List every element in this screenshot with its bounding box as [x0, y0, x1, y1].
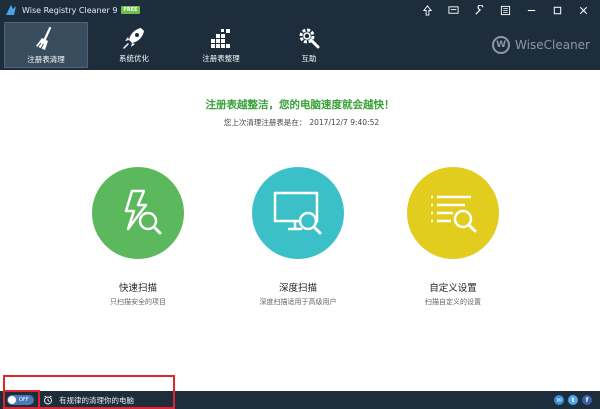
list-search-icon	[431, 195, 477, 233]
minimize-button[interactable]	[518, 0, 544, 20]
title-controls	[414, 0, 596, 20]
monitor-search-icon	[273, 191, 322, 235]
close-icon	[579, 6, 587, 14]
option-title: 快速扫描	[118, 283, 157, 294]
menu-icon	[500, 5, 510, 15]
app-logo-icon	[6, 5, 16, 15]
wisecleaner-brand[interactable]: W WiseCleaner	[492, 36, 590, 54]
tab-system-optimize[interactable]: 系统优化	[92, 22, 176, 68]
quick-scan-option[interactable]: 快速扫描 只扫描安全的项目	[73, 167, 203, 307]
option-desc: 深度扫描适用于高级用户	[259, 298, 337, 306]
close-button[interactable]	[570, 0, 596, 20]
last-clean-time: 2017/12/7 9:40:52	[309, 118, 380, 127]
social-links: ✉ t f	[550, 395, 592, 405]
custom-scan-button[interactable]	[407, 167, 499, 259]
deep-scan-option[interactable]: 深度扫描 深度扫描适用于高级用户	[233, 167, 363, 307]
title-bar: Wise Registry Cleaner 9 FREE	[0, 0, 600, 20]
lightning-search-icon	[124, 189, 162, 235]
tab-mutual-help[interactable]: 互助	[267, 22, 351, 68]
facebook-icon[interactable]: f	[582, 395, 592, 405]
gear-wrench-icon	[299, 28, 320, 49]
quick-scan-button[interactable]	[92, 167, 184, 259]
tab-label: 注册表整理	[202, 54, 240, 63]
headline: 注册表越整洁，您的电脑速度就会越快！	[205, 99, 395, 111]
broom-icon	[36, 26, 52, 50]
option-desc: 只扫描安全的项目	[110, 298, 166, 306]
maximize-icon	[553, 6, 561, 14]
brand-logo-icon: W	[492, 36, 511, 54]
tab-label: 系统优化	[119, 54, 149, 63]
mail-icon[interactable]: ✉	[554, 395, 564, 405]
menu-button[interactable]	[492, 0, 518, 20]
last-clean-label: 您上次清理注册表是在：	[223, 118, 307, 127]
upgrade-button[interactable]	[414, 0, 440, 20]
option-title: 自定义设置	[429, 283, 477, 294]
feedback-button[interactable]	[440, 0, 466, 20]
brand-name: WiseCleaner	[515, 38, 590, 52]
window-title: Wise Registry Cleaner 9	[22, 5, 118, 15]
minimize-icon	[527, 9, 535, 11]
highlight-box-toggle	[3, 390, 40, 409]
option-desc: 扫描自定义的设置	[425, 298, 481, 306]
tab-label: 注册表清理	[27, 55, 65, 64]
main-toolbar: 注册表清理 系统优化 注册表整理 互助 W WiseCleaner	[0, 20, 600, 70]
twitter-icon[interactable]: t	[568, 395, 578, 405]
rocket-icon	[123, 28, 144, 49]
defrag-blocks-icon	[211, 29, 230, 48]
option-title: 深度扫描	[278, 283, 317, 294]
custom-settings-option[interactable]: 自定义设置 扫描自定义的设置	[388, 167, 518, 307]
free-badge: FREE	[121, 6, 140, 14]
settings-button[interactable]	[466, 0, 492, 20]
maximize-button[interactable]	[544, 0, 570, 20]
deep-scan-button[interactable]	[252, 167, 344, 259]
tab-registry-defrag[interactable]: 注册表整理	[179, 22, 263, 68]
tab-registry-cleaner[interactable]: 注册表清理	[4, 22, 88, 68]
tab-label: 互助	[301, 54, 317, 63]
last-clean-info: 您上次清理注册表是在： 2017/12/7 9:40:52	[0, 117, 600, 128]
message-icon	[447, 5, 459, 14]
arrow-up-icon	[422, 4, 432, 16]
wrench-icon	[474, 4, 483, 15]
